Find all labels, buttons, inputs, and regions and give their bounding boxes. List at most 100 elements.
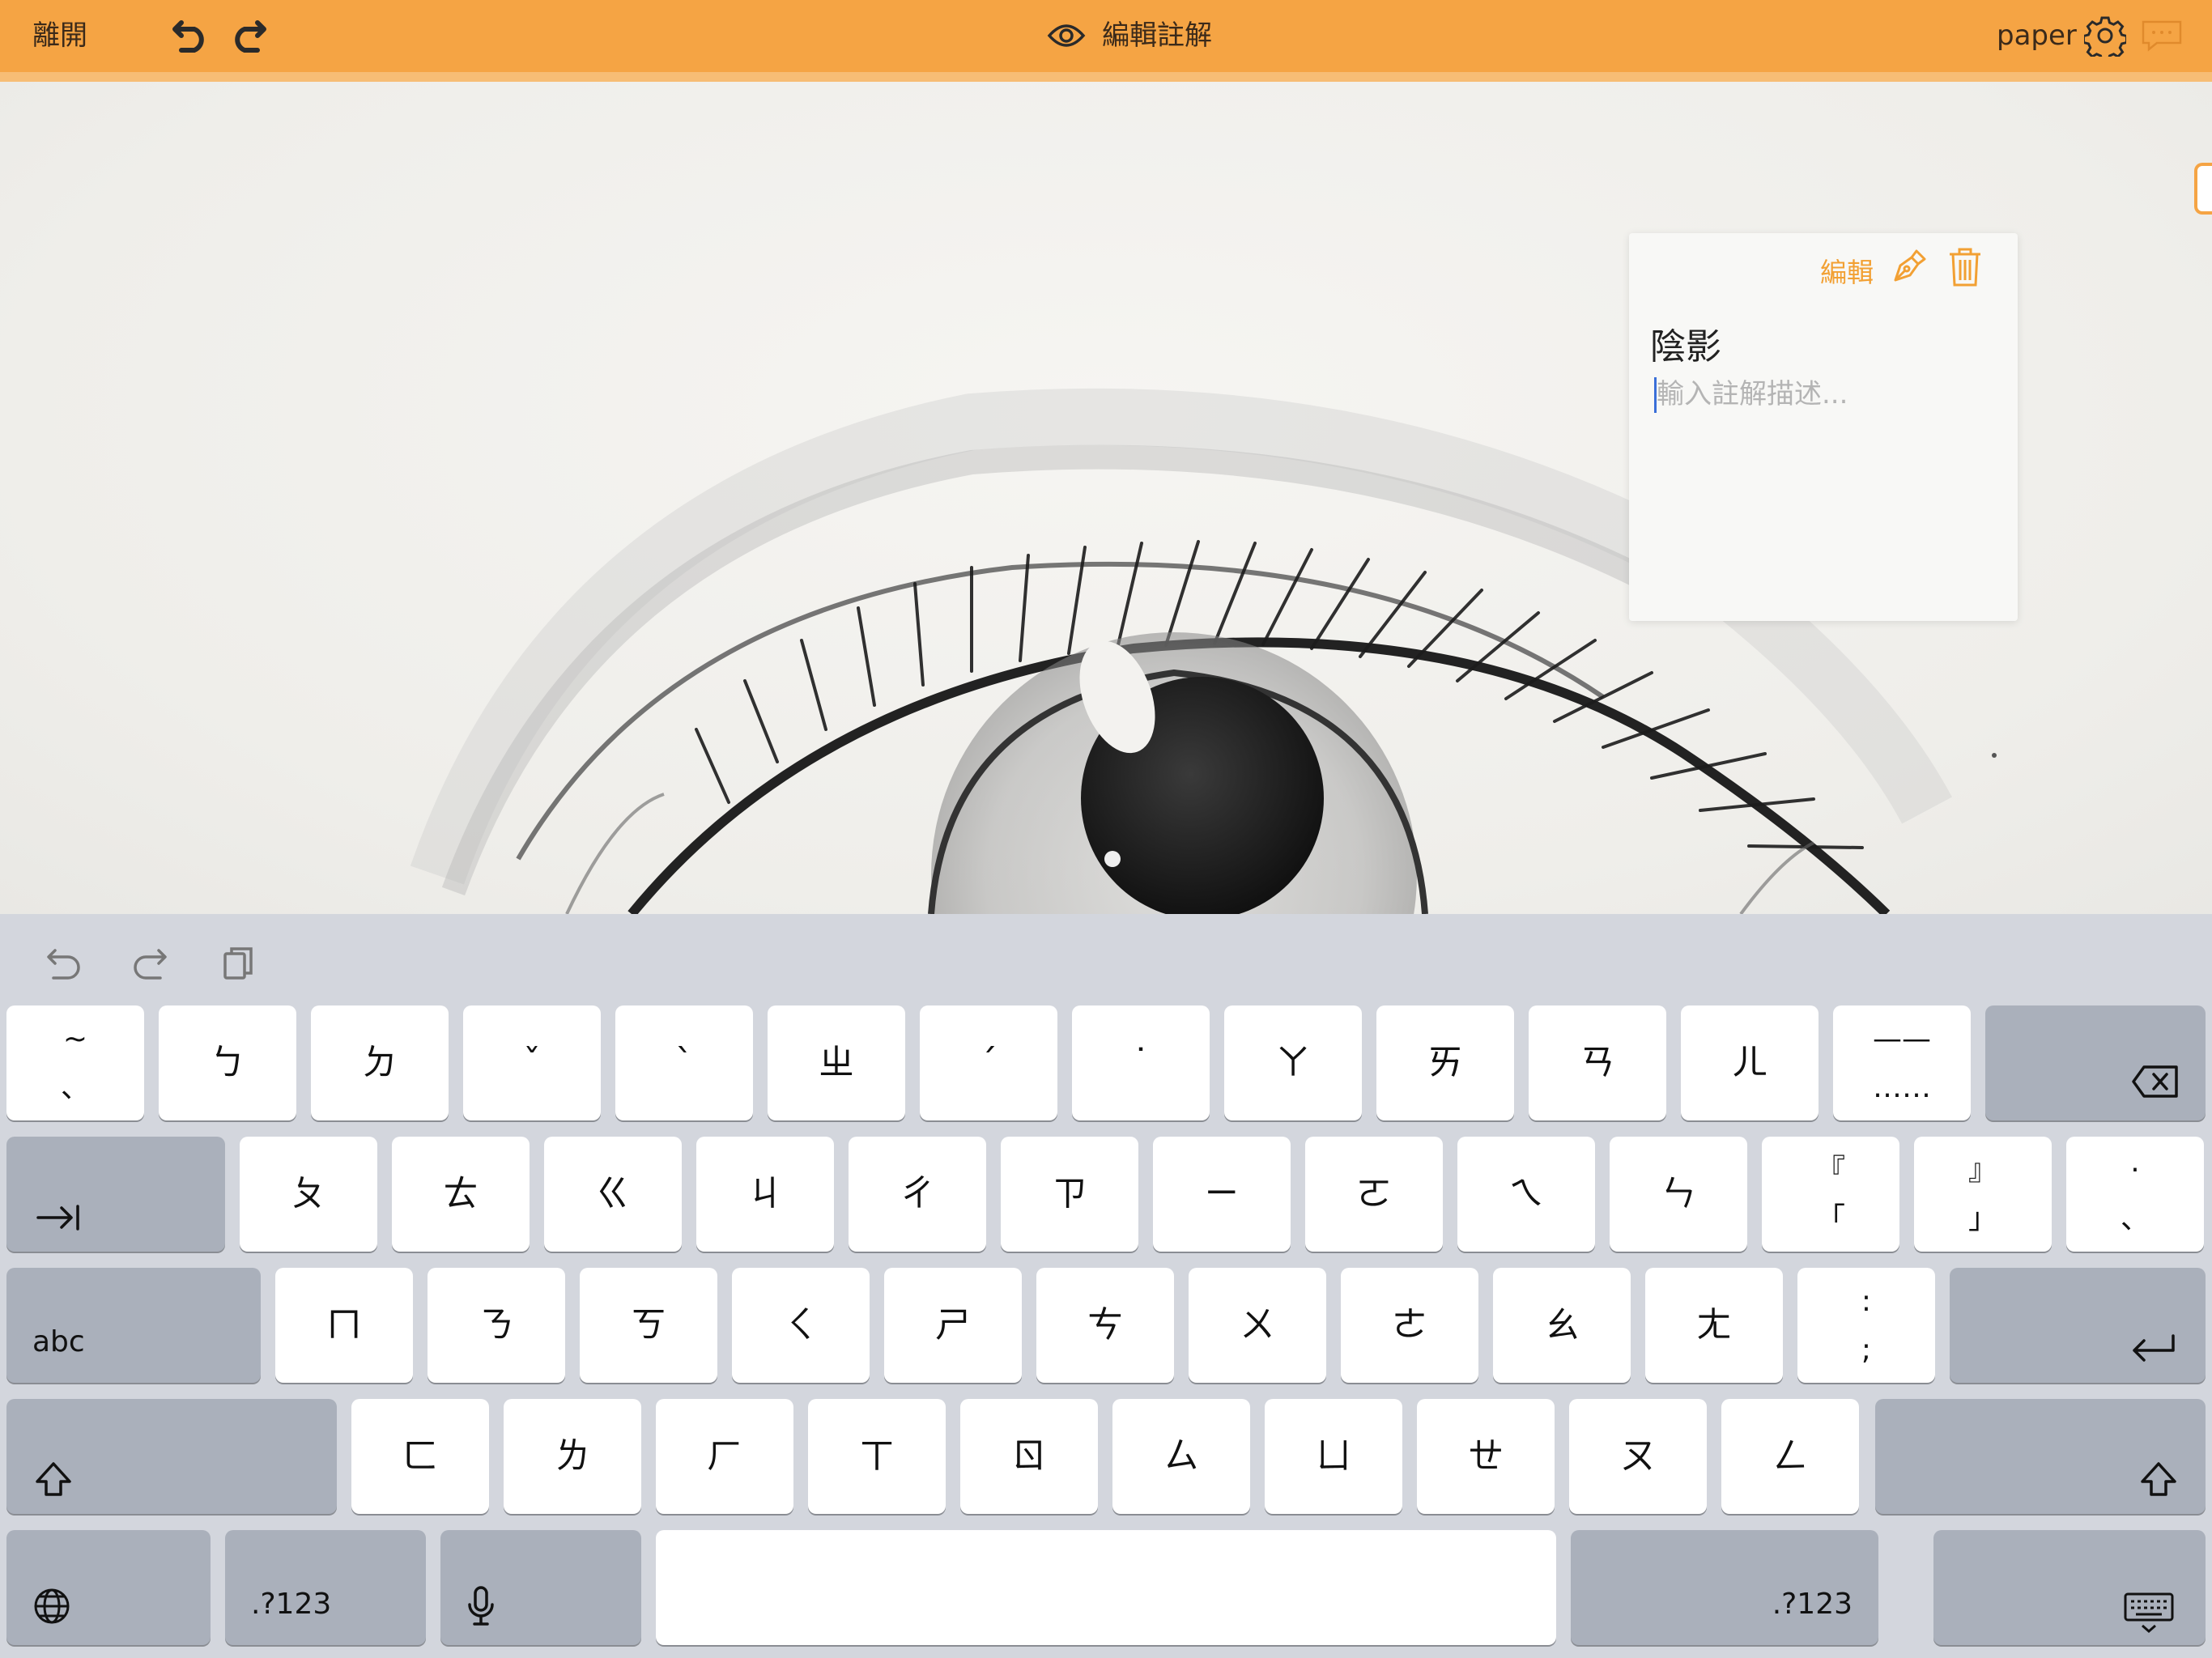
- return-key[interactable]: [1950, 1268, 2206, 1383]
- gear-icon[interactable]: [2084, 15, 2126, 57]
- abc-key[interactable]: abc: [6, 1268, 261, 1383]
- key[interactable]: ㄕ: [884, 1268, 1022, 1383]
- key[interactable]: ㄖ: [960, 1399, 1098, 1514]
- numbers-key[interactable]: .?123: [225, 1530, 426, 1645]
- key[interactable]: ㄆ: [240, 1137, 377, 1252]
- leave-button[interactable]: 離開: [32, 19, 87, 53]
- redo-icon[interactable]: [131, 944, 168, 984]
- key-label-top: 』: [1967, 1154, 1997, 1187]
- key[interactable]: ㄍ: [544, 1137, 682, 1252]
- key[interactable]: ㄓ: [768, 1005, 905, 1120]
- key[interactable]: ㄣ: [1610, 1137, 1747, 1252]
- redo-icon[interactable]: [228, 16, 267, 53]
- key-label: ㄤ: [1696, 1304, 1732, 1346]
- key[interactable]: ㄧ: [1153, 1137, 1291, 1252]
- key-label: ㄕ: [935, 1304, 971, 1346]
- numbers-key[interactable]: .?123: [1571, 1530, 1878, 1645]
- key[interactable]: ㄅ: [159, 1005, 296, 1120]
- shift-key[interactable]: [6, 1399, 337, 1514]
- key[interactable]: ㄏ: [656, 1399, 793, 1514]
- key[interactable]: ˋ: [615, 1005, 753, 1120]
- key-label-top: :: [1861, 1285, 1872, 1318]
- key[interactable]: ㄇ: [275, 1268, 413, 1383]
- side-panel-tab[interactable]: [2194, 163, 2212, 215]
- return-icon: [2129, 1333, 2178, 1365]
- eye-icon[interactable]: [1047, 19, 1086, 52]
- key-label-top: ——: [1873, 1022, 1931, 1056]
- undo-icon[interactable]: [45, 944, 83, 984]
- space-key[interactable]: [656, 1530, 1556, 1645]
- key[interactable]: ㄋ: [428, 1268, 565, 1383]
- key[interactable]: ·、: [2066, 1137, 2204, 1252]
- key-label-bottom: 」: [1967, 1202, 1997, 1235]
- annotation-note: 編輯 陰影: [1629, 233, 2018, 621]
- key-label: ㄒ: [859, 1435, 895, 1477]
- note-description-input[interactable]: [1657, 376, 1997, 413]
- key-label: ㄏ: [707, 1435, 742, 1477]
- key[interactable]: ㄈ: [351, 1399, 489, 1514]
- globe-key[interactable]: [6, 1530, 211, 1645]
- key[interactable]: ㄞ: [1376, 1005, 1514, 1120]
- keyboard-dismiss-key[interactable]: [1933, 1530, 2206, 1645]
- key-label: .?123: [1772, 1588, 1853, 1621]
- comment-icon[interactable]: [2141, 19, 2183, 52]
- tab-key[interactable]: [6, 1137, 225, 1252]
- key[interactable]: ㄨ: [1189, 1268, 1326, 1383]
- key[interactable]: —— ……: [1833, 1005, 1971, 1120]
- undo-icon[interactable]: [172, 16, 211, 53]
- key-label: ㄑ: [783, 1304, 819, 1346]
- key[interactable]: ㄔ: [849, 1137, 986, 1252]
- key[interactable]: ㄡ: [1569, 1399, 1707, 1514]
- key-label: ˙: [1132, 1042, 1150, 1083]
- key-label: ㄟ: [1508, 1173, 1544, 1214]
- key[interactable]: ㄛ: [1305, 1137, 1443, 1252]
- key[interactable]: ㄐ: [696, 1137, 834, 1252]
- pen-icon[interactable]: [1891, 248, 1928, 288]
- key[interactable]: ㄢ: [1529, 1005, 1666, 1120]
- key-label: ˋ: [675, 1042, 693, 1083]
- trash-icon[interactable]: [1947, 246, 1983, 291]
- key-label: ㄜ: [1392, 1304, 1427, 1346]
- key[interactable]: ㄩ: [1265, 1399, 1402, 1514]
- key[interactable]: ㄎ: [580, 1268, 717, 1383]
- key[interactable]: ㄗ: [1001, 1137, 1138, 1252]
- shift-key[interactable]: [1875, 1399, 2206, 1514]
- note-title[interactable]: 陰影: [1650, 317, 1721, 369]
- key[interactable]: :;: [1797, 1268, 1935, 1383]
- dictation-key[interactable]: [440, 1530, 641, 1645]
- key[interactable]: ㄑ: [732, 1268, 870, 1383]
- backspace-key[interactable]: [1985, 1005, 2206, 1120]
- backspace-icon: [2131, 1064, 2180, 1099]
- key[interactable]: ㄥ: [1721, 1399, 1859, 1514]
- key[interactable]: ㄝ: [1417, 1399, 1555, 1514]
- key[interactable]: ㄘ: [1036, 1268, 1174, 1383]
- key[interactable]: ㄉ: [311, 1005, 449, 1120]
- key[interactable]: ㄌ: [504, 1399, 641, 1514]
- paste-icon[interactable]: [220, 944, 257, 984]
- key[interactable]: ㄊ: [392, 1137, 530, 1252]
- key[interactable]: ㄙ: [1112, 1399, 1250, 1514]
- key[interactable]: 『「: [1762, 1137, 1899, 1252]
- key[interactable]: ㄜ: [1341, 1268, 1478, 1383]
- key[interactable]: ˊ: [920, 1005, 1057, 1120]
- key-label: ㄈ: [402, 1435, 438, 1477]
- key[interactable]: ㄚ: [1224, 1005, 1362, 1120]
- shift-icon: [2139, 1460, 2178, 1498]
- key[interactable]: ˙: [1072, 1005, 1210, 1120]
- key[interactable]: ㄠ: [1493, 1268, 1631, 1383]
- key-label: ㄇ: [326, 1304, 362, 1346]
- key[interactable]: 』」: [1914, 1137, 2052, 1252]
- key-label: ㄍ: [595, 1173, 631, 1214]
- key[interactable]: ㄦ: [1681, 1005, 1819, 1120]
- key[interactable]: ㄤ: [1645, 1268, 1783, 1383]
- key-label: ㄠ: [1544, 1304, 1580, 1346]
- key[interactable]: ~、: [6, 1005, 144, 1120]
- key-label: ㄧ: [1204, 1173, 1240, 1214]
- document-name: paper: [1997, 19, 2077, 52]
- note-edit-button[interactable]: 編輯: [1820, 251, 1874, 290]
- key-label: ㄌ: [555, 1435, 590, 1477]
- key[interactable]: ˇ: [463, 1005, 601, 1120]
- key-label: abc: [32, 1325, 85, 1358]
- key[interactable]: ㄟ: [1457, 1137, 1595, 1252]
- key[interactable]: ㄒ: [808, 1399, 946, 1514]
